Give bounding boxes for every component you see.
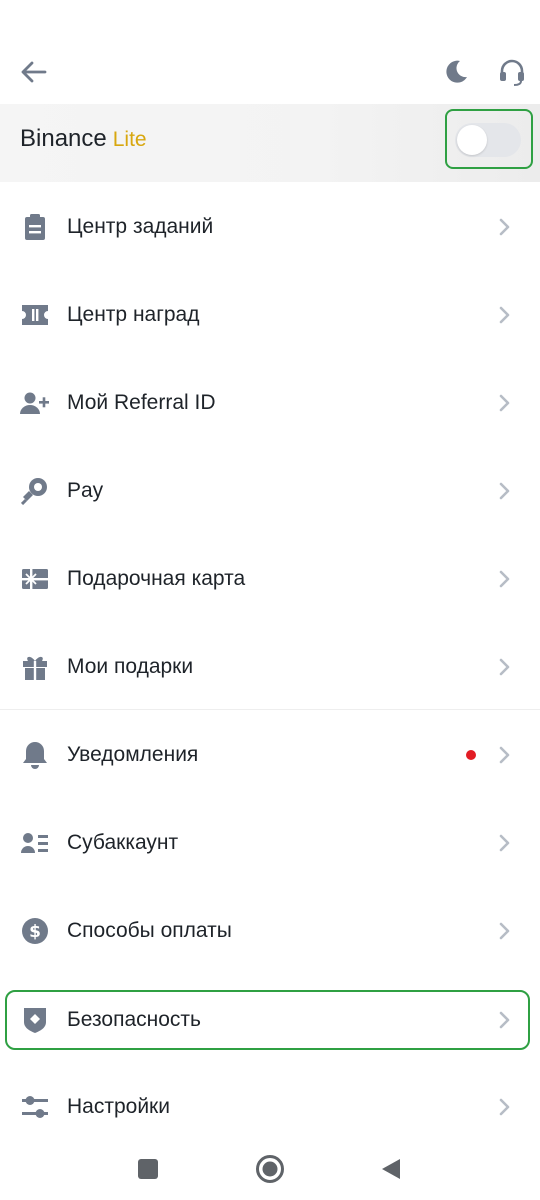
brand-name: Binance	[20, 125, 107, 152]
menu-item-label: Настройки	[67, 1095, 170, 1118]
id-card-icon	[20, 829, 50, 857]
menu-item-label: Подарочная карта	[67, 567, 246, 590]
arrow-left-icon[interactable]	[15, 54, 51, 90]
top-bar	[0, 40, 540, 104]
pay-icon	[20, 477, 50, 505]
menu-item-gift-card[interactable]: Подарочная карта	[0, 535, 540, 623]
gift-card-icon	[20, 565, 50, 593]
menu-item-label: Pay	[67, 479, 104, 502]
add-user-icon	[20, 389, 50, 417]
lite-title: Binance Lite	[20, 124, 147, 155]
chevron-right-icon	[494, 303, 514, 327]
moon-icon[interactable]	[438, 54, 474, 90]
chevron-right-icon	[494, 479, 514, 503]
menu-item-notifications[interactable]: Уведомления	[0, 711, 540, 799]
lite-mode-label: Lite	[112, 128, 147, 151]
menu-item-label: Центр заданий	[67, 215, 214, 238]
menu-item-subaccount[interactable]: Субаккаунт	[0, 799, 540, 887]
triangle-back-icon[interactable]	[374, 1152, 408, 1186]
menu-item-label: Субаккаунт	[67, 831, 179, 854]
headset-icon[interactable]	[494, 54, 530, 90]
toggle-knob	[457, 125, 487, 155]
chevron-right-icon	[494, 567, 514, 591]
menu-item-label: Уведомления	[67, 743, 199, 766]
chevron-right-icon	[494, 831, 514, 855]
chevron-right-icon	[494, 919, 514, 943]
menu-item-referral-id[interactable]: Мой Referral ID	[0, 359, 540, 447]
menu-item-my-gifts[interactable]: Мои подарки	[0, 623, 540, 711]
menu-item-label: Мои подарки	[67, 655, 194, 678]
sliders-icon	[20, 1093, 50, 1121]
chevron-right-icon	[494, 1008, 514, 1032]
dollar-icon: $	[20, 917, 50, 945]
menu-item-task-center[interactable]: Центр заданий	[0, 183, 540, 271]
svg-text:$: $	[29, 922, 41, 942]
menu-item-payment-methods[interactable]: $ Способы оплаты	[0, 887, 540, 975]
menu-item-label: Способы оплаты	[67, 919, 232, 942]
chevron-right-icon	[494, 215, 514, 239]
menu-item-label: Мой Referral ID	[67, 391, 216, 414]
menu-item-label: Центр наград	[67, 303, 200, 326]
clipboard-icon	[20, 213, 50, 241]
menu-item-pay[interactable]: Pay	[0, 447, 540, 535]
lite-mode-toggle[interactable]	[455, 123, 521, 157]
bell-icon	[20, 741, 50, 769]
binance-lite-banner: Binance Lite	[0, 104, 540, 182]
menu-item-label: Безопасность	[67, 1008, 201, 1031]
notification-dot	[466, 750, 476, 760]
chevron-right-icon	[494, 655, 514, 679]
shield-icon	[20, 1006, 50, 1034]
chevron-right-icon	[494, 391, 514, 415]
circle-icon[interactable]	[253, 1152, 287, 1186]
section-divider	[0, 709, 540, 710]
square-icon[interactable]	[131, 1152, 165, 1186]
chevron-right-icon	[494, 743, 514, 767]
chevron-right-icon	[494, 1095, 514, 1119]
ticket-icon	[20, 301, 50, 329]
menu-item-rewards-center[interactable]: Центр наград	[0, 271, 540, 359]
menu-item-security[interactable]: Безопасность	[0, 976, 540, 1064]
system-nav-bar	[0, 1138, 540, 1200]
gift-icon	[20, 653, 50, 681]
lite-toggle-highlight	[445, 109, 533, 169]
